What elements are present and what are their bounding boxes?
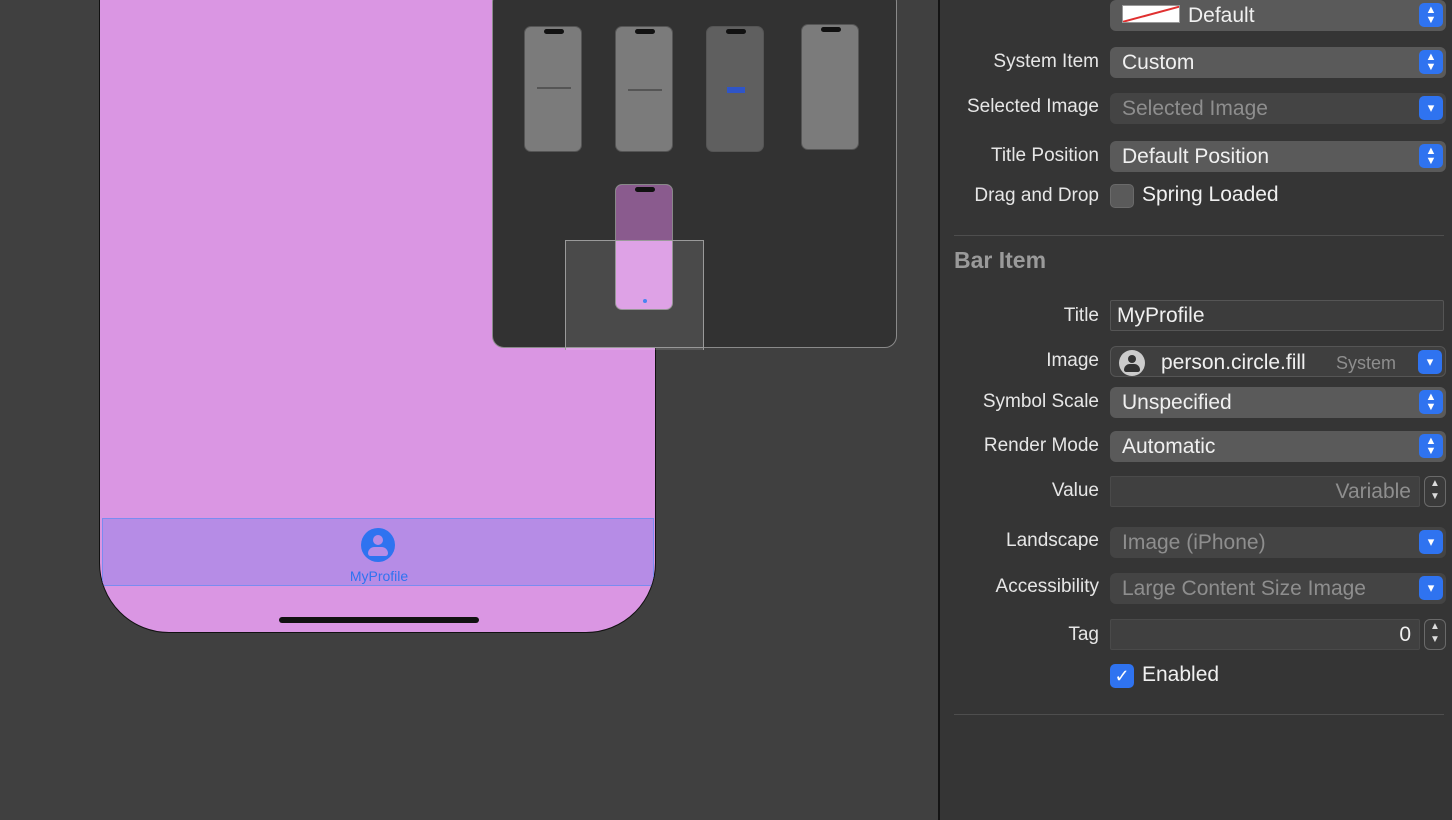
title-label: Title (1063, 305, 1099, 326)
value-stepper[interactable]: ▲ ▼ (1424, 476, 1446, 507)
tag-field[interactable]: 0 (1110, 619, 1420, 650)
title-position-popup[interactable]: Default Position ▲ ▼ (1110, 141, 1446, 172)
image-tint-value: Default (1188, 4, 1255, 27)
accessibility-combo[interactable]: Large Content Size Image ▾ (1110, 573, 1446, 604)
value-label: Value (1051, 480, 1099, 501)
chevron-down-icon: ▾ (1419, 576, 1443, 600)
tab-bar-item-label: MyProfile (349, 568, 409, 584)
render-mode-label: Render Mode (983, 435, 1099, 456)
up-down-chevron-icon: ▲ ▼ (1419, 144, 1443, 168)
selected-image-combo[interactable]: Selected Image ▾ (1110, 93, 1446, 124)
section-separator (954, 714, 1444, 715)
system-item-popup[interactable]: Custom ▲ ▼ (1110, 47, 1446, 78)
person-circle-fill-icon (361, 528, 395, 562)
bar-item-section-title: Bar Item (954, 247, 1047, 273)
symbol-scale-label: Symbol Scale (982, 391, 1099, 412)
chevron-down-icon: ▾ (1419, 530, 1443, 554)
up-down-chevron-icon: ▲ ▼ (1419, 434, 1443, 458)
tag-stepper[interactable]: ▲ ▼ (1424, 619, 1446, 650)
symbol-scale-popup[interactable]: Unspecified ▲ ▼ (1110, 387, 1446, 418)
value-field[interactable]: Variable (1110, 476, 1420, 507)
image-tint-popup[interactable]: Default ▲ ▼ (1110, 0, 1446, 31)
render-mode-popup[interactable]: Automatic ▲ ▼ (1110, 431, 1446, 462)
tab-bar[interactable]: MyProfile (102, 518, 654, 586)
image-source: System (1336, 353, 1397, 373)
chevron-down-icon: ▾ (1419, 96, 1443, 120)
up-down-chevron-icon: ▲ ▼ (1419, 390, 1443, 414)
minimap-viewport[interactable] (565, 240, 704, 350)
image-combo[interactable]: person.circle.fill System ▾ (1110, 346, 1446, 377)
system-item-label: System Item (993, 51, 1099, 72)
spring-loaded-label: Spring Loaded (1142, 183, 1279, 206)
storyboard-canvas[interactable]: MyProfile (0, 0, 938, 820)
up-down-chevron-icon: ▲ ▼ (1419, 3, 1443, 27)
accessibility-placeholder: Large Content Size Image (1122, 577, 1366, 600)
title-position-value: Default Position (1122, 145, 1270, 168)
selected-image-placeholder: Selected Image (1122, 97, 1268, 120)
drag-and-drop-label: Drag and Drop (974, 185, 1099, 206)
up-down-chevron-icon: ▲ ▼ (1419, 50, 1443, 74)
spring-loaded-checkbox[interactable] (1110, 184, 1134, 208)
enabled-checkbox[interactable]: ✓ (1110, 664, 1134, 688)
system-item-value: Custom (1122, 51, 1195, 74)
attributes-inspector: Default ▲ ▼ System Item Custom ▲ ▼ Selecte… (940, 0, 1452, 820)
landscape-combo[interactable]: Image (iPhone) ▾ (1110, 527, 1446, 558)
minimap-scene-1[interactable] (524, 26, 582, 152)
chevron-down-icon: ▾ (1418, 350, 1442, 374)
minimap-scene-4[interactable] (801, 24, 859, 150)
accessibility-label: Accessibility (995, 576, 1099, 597)
title-position-label: Title Position (990, 145, 1099, 166)
person-circle-fill-icon (1119, 350, 1145, 376)
minimap-scene-3[interactable] (706, 26, 764, 152)
symbol-scale-value: Unspecified (1122, 391, 1232, 414)
image-name: person.circle.fill (1161, 351, 1306, 374)
home-indicator (279, 617, 479, 623)
minimap[interactable] (492, 0, 897, 350)
tag-label: Tag (1068, 624, 1099, 645)
title-field[interactable]: MyProfile (1110, 300, 1444, 331)
landscape-placeholder: Image (iPhone) (1122, 531, 1266, 554)
selected-image-label: Selected Image (966, 96, 1099, 117)
image-label: Image (1046, 350, 1099, 371)
render-mode-value: Automatic (1122, 435, 1216, 458)
landscape-label: Landscape (1006, 530, 1099, 551)
minimap-scene-2[interactable] (615, 26, 673, 152)
enabled-label: Enabled (1142, 663, 1220, 686)
color-swatch-none (1122, 5, 1180, 24)
section-separator (954, 235, 1444, 236)
